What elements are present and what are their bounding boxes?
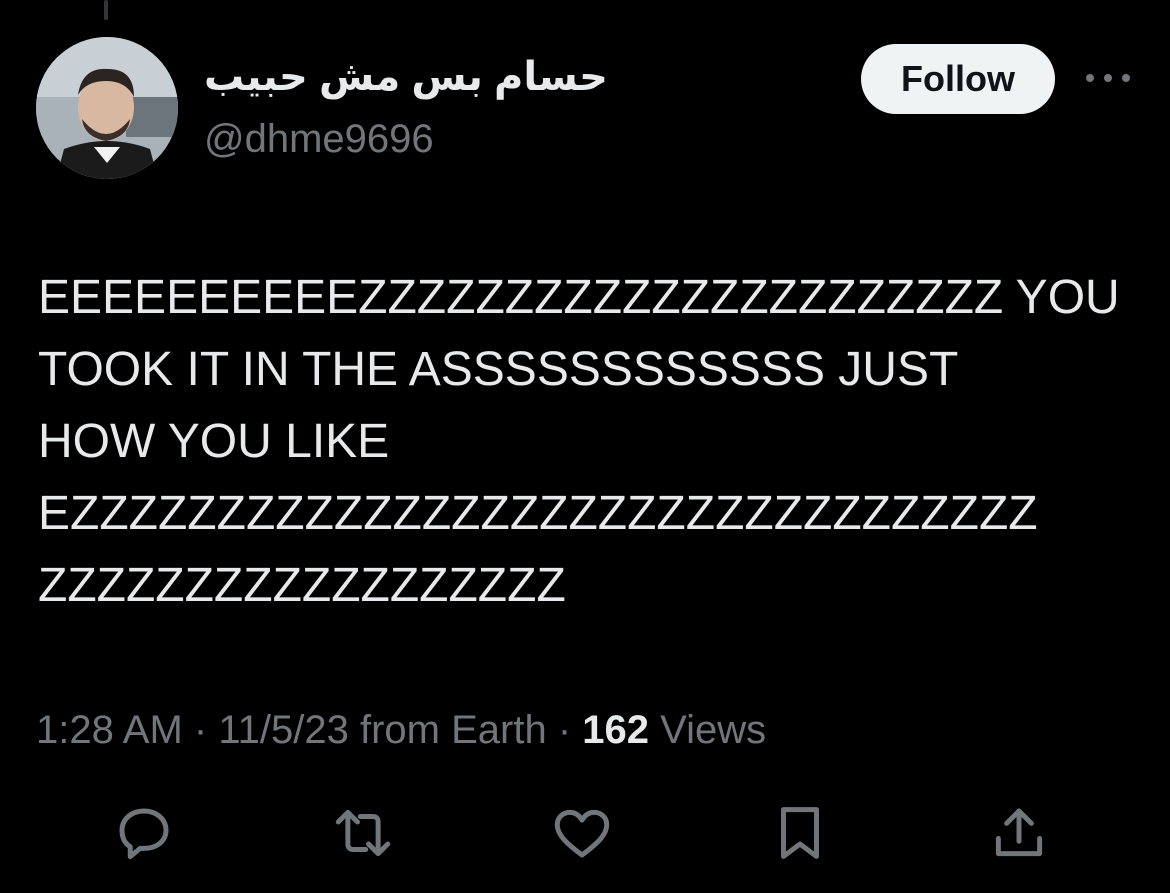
views-label[interactable]: Views bbox=[660, 708, 766, 752]
meta-separator: · bbox=[557, 708, 572, 752]
tweet-date[interactable]: 11/5/23 bbox=[218, 708, 349, 752]
retweet-button[interactable] bbox=[330, 800, 396, 866]
reply-button[interactable] bbox=[111, 800, 177, 866]
tweet-time[interactable]: 1:28 AM bbox=[36, 708, 183, 752]
thread-connector-line bbox=[104, 0, 108, 20]
share-icon bbox=[995, 808, 1043, 857]
retweet-icon bbox=[335, 809, 391, 857]
heart-icon bbox=[554, 809, 610, 858]
share-button[interactable] bbox=[986, 800, 1052, 866]
reply-icon bbox=[119, 808, 169, 860]
author-handle[interactable]: @dhme9696 bbox=[204, 112, 434, 166]
tweet-metadata: 1:28 AM · 11/5/23 from Earth · 162 Views bbox=[36, 700, 766, 760]
tweet-text-line: EZZZZZZZZZZZZZZZZZZZZZZZZZZZZZZZZZ bbox=[38, 487, 1038, 540]
tweet-text-line: TOOK IT IN THE ASSSSSSSSSSSS JUST bbox=[38, 343, 959, 396]
tweet-text-line: EEEEEEEEEEZZZZZZZZZZZZZZZZZZZZZZ YOU bbox=[38, 271, 1120, 324]
bookmark-icon bbox=[781, 807, 819, 859]
author-display-name[interactable]: حسام بس مش حبيب bbox=[204, 52, 608, 102]
like-button[interactable] bbox=[549, 800, 615, 866]
more-options-button[interactable] bbox=[1080, 58, 1136, 98]
views-count[interactable]: 162 bbox=[582, 708, 649, 752]
tweet-text-line: ZZZZZZZZZZZZZZZZZZ bbox=[38, 559, 566, 612]
tweet-text-line: HOW YOU LIKE bbox=[38, 415, 390, 468]
meta-separator: · bbox=[193, 708, 208, 752]
tweet-location: from Earth bbox=[359, 708, 547, 752]
avatar[interactable] bbox=[36, 37, 178, 179]
follow-button[interactable]: Follow bbox=[861, 44, 1055, 114]
avatar-image bbox=[36, 37, 178, 179]
more-horizontal-icon bbox=[1086, 74, 1130, 82]
tweet-text: EEEEEEEEEEZZZZZZZZZZZZZZZZZZZZZZ YOU TOO… bbox=[38, 262, 1138, 622]
bookmark-button[interactable] bbox=[767, 800, 833, 866]
